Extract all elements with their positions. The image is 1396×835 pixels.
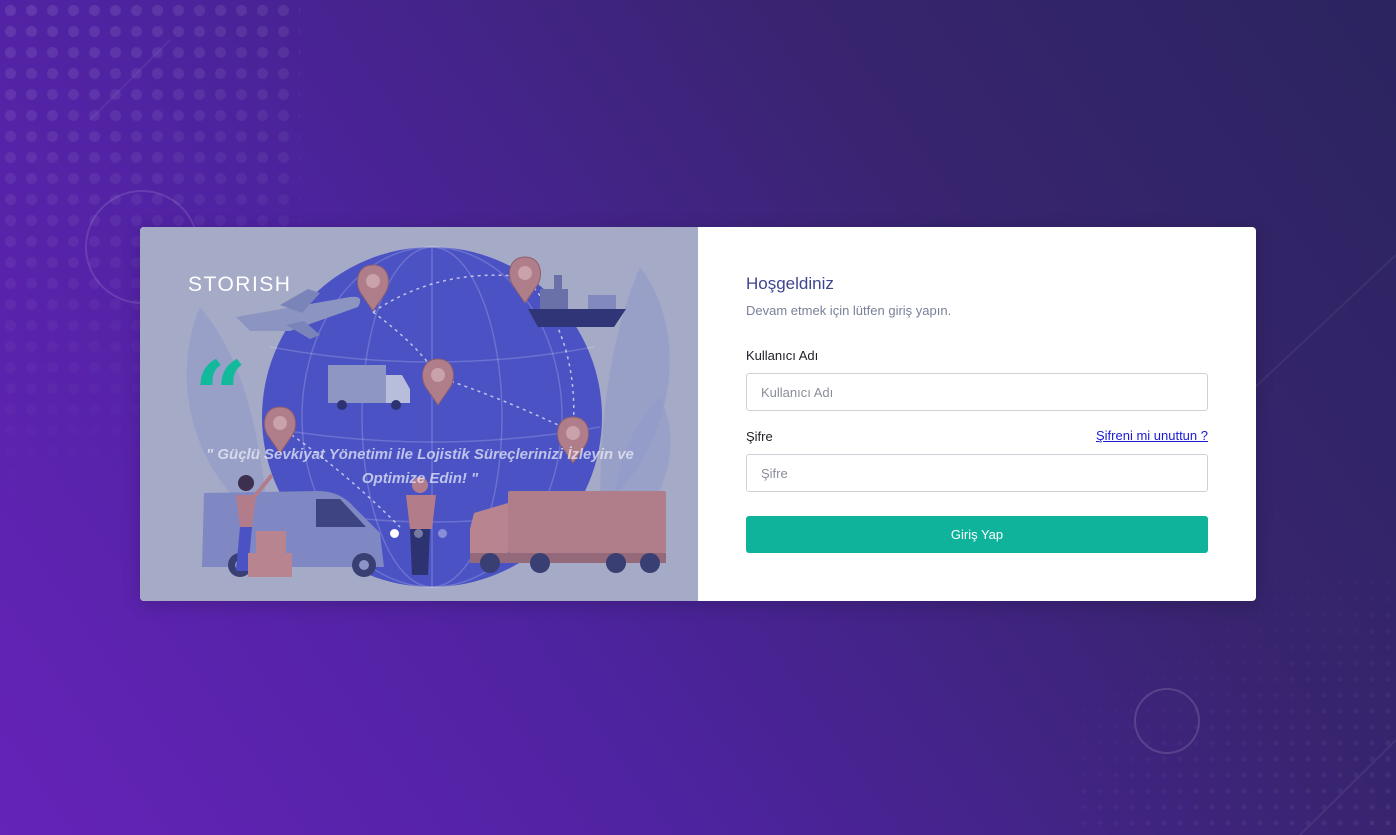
brand-logo: STORISH	[188, 273, 292, 296]
password-input[interactable]	[746, 454, 1208, 492]
username-label: Kullanıcı Adı	[746, 348, 819, 363]
login-button[interactable]: Giriş Yap	[746, 516, 1208, 553]
login-form-panel: Hoşgeldiniz Devam etmek için lütfen giri…	[698, 227, 1256, 601]
background-dot-pattern	[1076, 575, 1396, 835]
carousel-dot-3[interactable]	[438, 529, 447, 538]
page-subtitle: Devam etmek için lütfen giriş yapın.	[746, 303, 952, 318]
forgot-password-link[interactable]: Şifreni mi unuttun ?	[1096, 428, 1208, 443]
login-card: STORISH “ " Güçlü Sevkiyat Yönetimi ile …	[140, 227, 1256, 601]
username-input[interactable]	[746, 373, 1208, 411]
password-label: Şifre	[746, 429, 773, 444]
ship-icon	[528, 275, 626, 327]
carousel-dot-2[interactable]	[414, 529, 423, 538]
hero-slogan: " Güçlü Sevkiyat Yönetimi ile Lojistik S…	[206, 446, 634, 487]
page-title: Hoşgeldiniz	[746, 274, 834, 293]
carousel-dot-1[interactable]	[390, 529, 399, 538]
hero-panel: STORISH “ " Güçlü Sevkiyat Yönetimi ile …	[140, 227, 698, 601]
quote-open-icon: “	[194, 341, 247, 449]
